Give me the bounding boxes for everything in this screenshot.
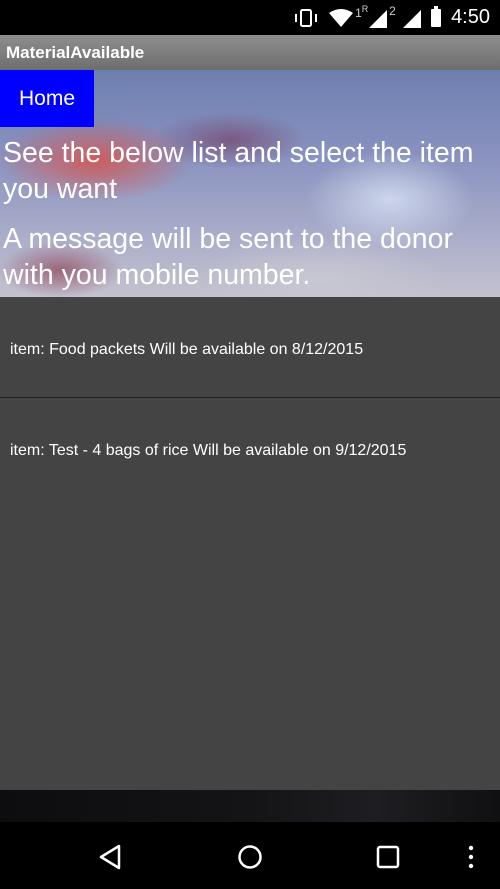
list-item[interactable]: item: Food packets Will be available on …: [0, 297, 500, 397]
menu-icon[interactable]: [456, 842, 486, 872]
material-list: item: Food packets Will be available on …: [0, 297, 500, 790]
navigation-bar: [0, 822, 500, 889]
sim2-signal-icon: 2: [389, 4, 422, 28]
home-button[interactable]: Home: [0, 70, 94, 127]
app-title: MaterialAvailable: [6, 42, 145, 62]
sim1-signal-icon: 1R: [355, 4, 388, 28]
vibrate-icon: [295, 8, 318, 27]
list-item-text: item: Food packets Will be available on …: [10, 341, 364, 358]
list-item[interactable]: item: Test - 4 bags of rice Will be avai…: [0, 398, 500, 498]
message-notice-text: A message will be sent to the donor with…: [3, 223, 453, 291]
sim2-label: 2: [389, 3, 396, 18]
clock: 4:50: [451, 6, 490, 28]
list-item-text: item: Test - 4 bags of rice Will be avai…: [10, 442, 407, 459]
background-strip: [0, 790, 500, 822]
wifi-icon: [329, 8, 354, 27]
sim1-label: 1R: [355, 3, 369, 20]
battery-icon: [431, 5, 442, 27]
status-bar: 1R 2 4:50: [0, 0, 500, 35]
instruction-text: See the below list and select the item y…: [3, 137, 474, 205]
status-icons: 1R 2 4:50: [293, 0, 490, 35]
recent-apps-icon[interactable]: [373, 842, 403, 872]
home-icon[interactable]: [235, 842, 265, 872]
app-bar: MaterialAvailable: [0, 35, 500, 70]
back-icon[interactable]: [95, 842, 125, 872]
